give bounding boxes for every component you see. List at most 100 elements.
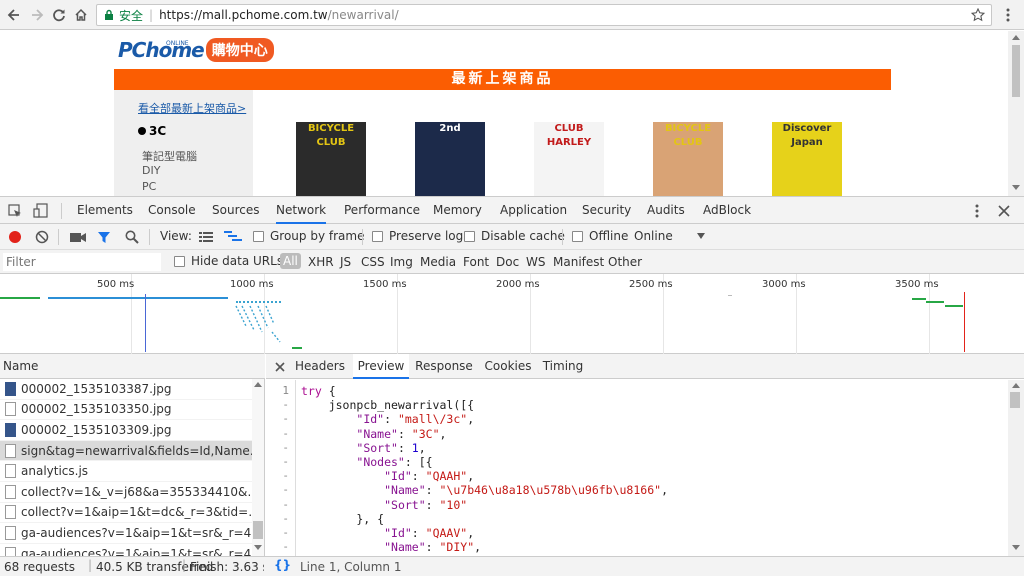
device-toolbar-icon[interactable] xyxy=(33,203,49,219)
filter-input[interactable] xyxy=(3,253,161,271)
page-scrollbar[interactable] xyxy=(1008,31,1024,196)
pchome-logo[interactable]: PChome ONLINE 購物中心 xyxy=(118,38,274,62)
subcategory-item[interactable]: DIY xyxy=(142,164,160,177)
request-row[interactable]: 000002_1535103350.jpg xyxy=(0,400,264,421)
devtools-tab-console[interactable]: Console xyxy=(148,197,196,224)
scroll-up-icon[interactable] xyxy=(1012,383,1020,388)
request-row[interactable]: sign&tag=newarrival&fields=Id,Name,Sort,… xyxy=(0,440,264,462)
bookmark-star-icon[interactable] xyxy=(971,8,985,22)
reload-button[interactable] xyxy=(49,5,69,25)
overview-waterfall xyxy=(235,305,302,349)
checkbox-box[interactable] xyxy=(253,230,264,242)
requests-scrollbar[interactable] xyxy=(252,379,264,556)
preview-scrollbar[interactable] xyxy=(1008,380,1024,556)
detail-tab-headers[interactable]: Headers xyxy=(292,354,348,379)
request-name: 000002_1535103350.jpg xyxy=(21,402,172,417)
request-row[interactable]: ga-audiences?v=1&aip=1&t=sr&_r=4&tid=... xyxy=(0,523,264,544)
filter-icon[interactable] xyxy=(97,230,111,244)
requests-scrollbar-thumb[interactable] xyxy=(253,521,263,539)
reload-icon xyxy=(53,9,65,22)
request-row[interactable]: 000002_1535103387.jpg xyxy=(0,379,264,400)
filter-type-ws[interactable]: WS xyxy=(526,255,545,269)
preview-code-view[interactable]: 1----------- try { jsonpcb_newarrival([{… xyxy=(266,380,1008,556)
request-row[interactable]: 000002_1535103309.jpg xyxy=(0,420,264,441)
preview-scrollbar-thumb[interactable] xyxy=(1010,392,1020,408)
request-row[interactable]: analytics.js xyxy=(0,461,264,482)
filter-type-manifest[interactable]: Manifest xyxy=(553,255,604,269)
devtools-tab-memory[interactable]: Memory xyxy=(433,197,482,224)
filter-type-css[interactable]: CSS xyxy=(361,255,385,269)
requests-name-header[interactable]: Name xyxy=(0,354,265,379)
hide-data-urls-checkbox[interactable]: Hide data URLs xyxy=(174,254,283,268)
view-all-link[interactable]: 看全部最新上架商品> xyxy=(138,100,246,116)
back-button[interactable] xyxy=(4,5,24,25)
close-detail-icon[interactable] xyxy=(275,362,285,372)
inspect-element-icon[interactable] xyxy=(8,204,22,218)
network-overview[interactable]: 500 ms 1000 ms 1500 ms 2000 ms 2500 ms 3000 m… xyxy=(0,274,1024,354)
request-row[interactable]: ga-audiences?v=1&aip=1&t=sr&_r=4&tid=... xyxy=(0,544,264,556)
subcategory-item[interactable]: PC xyxy=(142,180,156,193)
devtools-tab-performance[interactable]: Performance xyxy=(344,197,420,224)
detail-tab-preview[interactable]: Preview xyxy=(353,354,409,379)
category-heading[interactable]: 3C xyxy=(138,124,166,138)
close-devtools-icon[interactable] xyxy=(998,205,1010,217)
search-icon[interactable] xyxy=(125,230,139,244)
clear-icon[interactable] xyxy=(35,230,49,244)
filter-type-font[interactable]: Font xyxy=(463,255,489,269)
record-icon[interactable] xyxy=(8,230,22,244)
checkbox-box[interactable] xyxy=(372,230,383,242)
scroll-down-icon[interactable] xyxy=(1012,185,1020,191)
filter-type-js[interactable]: JS xyxy=(340,255,351,269)
filter-type-xhr[interactable]: XHR xyxy=(308,255,334,269)
devtools-tab-network[interactable]: Network xyxy=(276,197,327,224)
magazine-cover[interactable]: BICYCLE CLUB xyxy=(653,122,723,196)
filter-type-media[interactable]: Media xyxy=(420,255,456,269)
preserve-log-checkbox[interactable]: Preserve log xyxy=(372,229,463,243)
line-number: - xyxy=(282,455,289,468)
address-bar[interactable]: 安全 | https://mall.pchome.com.tw/newarriv… xyxy=(96,4,992,26)
new-arrivals-banner: 最新上架商品 xyxy=(114,69,891,90)
devtools-tab-sources[interactable]: Sources xyxy=(212,197,259,224)
screenshot-camera-icon[interactable] xyxy=(70,232,86,242)
browser-menu-button[interactable] xyxy=(998,5,1018,25)
home-button[interactable] xyxy=(71,5,91,25)
devtools-tab-audits[interactable]: Audits xyxy=(647,197,685,224)
group-by-frame-checkbox[interactable]: Group by frame xyxy=(253,229,364,243)
filter-type-other[interactable]: Other xyxy=(608,255,642,269)
magazine-cover[interactable]: CLUB HARLEY xyxy=(534,122,604,196)
checkbox-box[interactable] xyxy=(572,230,583,242)
checkbox-box[interactable] xyxy=(174,255,185,267)
scroll-up-icon[interactable] xyxy=(1012,34,1020,40)
scroll-up-icon[interactable] xyxy=(254,382,262,387)
subcategory-item[interactable]: 筆記型電腦 xyxy=(142,148,197,164)
filter-type-all[interactable]: All xyxy=(280,253,301,269)
devtools-tab-adblock[interactable]: AdBlock xyxy=(703,197,751,224)
disable-cache-checkbox[interactable]: Disable cache xyxy=(464,229,565,243)
detail-tab-timing[interactable]: Timing xyxy=(540,354,586,379)
throttle-select[interactable]: Online xyxy=(634,229,705,243)
devtools-tab-elements[interactable]: Elements xyxy=(77,197,133,224)
devtools-menu-icon[interactable] xyxy=(975,204,979,218)
detail-tab-response[interactable]: Response xyxy=(412,354,476,379)
page-scrollbar-thumb[interactable] xyxy=(1012,45,1020,97)
overview-bar xyxy=(912,298,926,300)
pretty-print-icon[interactable]: {} xyxy=(274,558,291,572)
request-name: sign&tag=newarrival&fields=Id,Name,Sort,… xyxy=(21,443,264,458)
forward-button[interactable] xyxy=(27,5,47,25)
request-row[interactable]: collect?v=1&aip=1&t=dc&_r=3&tid=UA-11... xyxy=(0,503,264,524)
magazine-cover[interactable]: BICYCLE CLUB xyxy=(296,122,366,196)
filter-type-doc[interactable]: Doc xyxy=(496,255,519,269)
scroll-down-icon[interactable] xyxy=(254,545,262,550)
magazine-cover[interactable]: 2nd xyxy=(415,122,485,196)
large-rows-icon[interactable] xyxy=(199,232,213,242)
detail-tab-cookies[interactable]: Cookies xyxy=(481,354,535,379)
waterfall-overview-icon[interactable] xyxy=(224,231,242,243)
devtools-tab-security[interactable]: Security xyxy=(582,197,631,224)
devtools-tab-application[interactable]: Application xyxy=(500,197,567,224)
offline-checkbox[interactable]: Offline xyxy=(572,229,628,243)
filter-type-img[interactable]: Img xyxy=(390,255,413,269)
magazine-cover[interactable]: Discover Japan xyxy=(772,122,842,196)
request-row[interactable]: collect?v=1&_v=j68&a=355334410&t=page xyxy=(0,482,264,503)
scroll-down-icon[interactable] xyxy=(1012,545,1020,550)
checkbox-box[interactable] xyxy=(464,230,475,242)
